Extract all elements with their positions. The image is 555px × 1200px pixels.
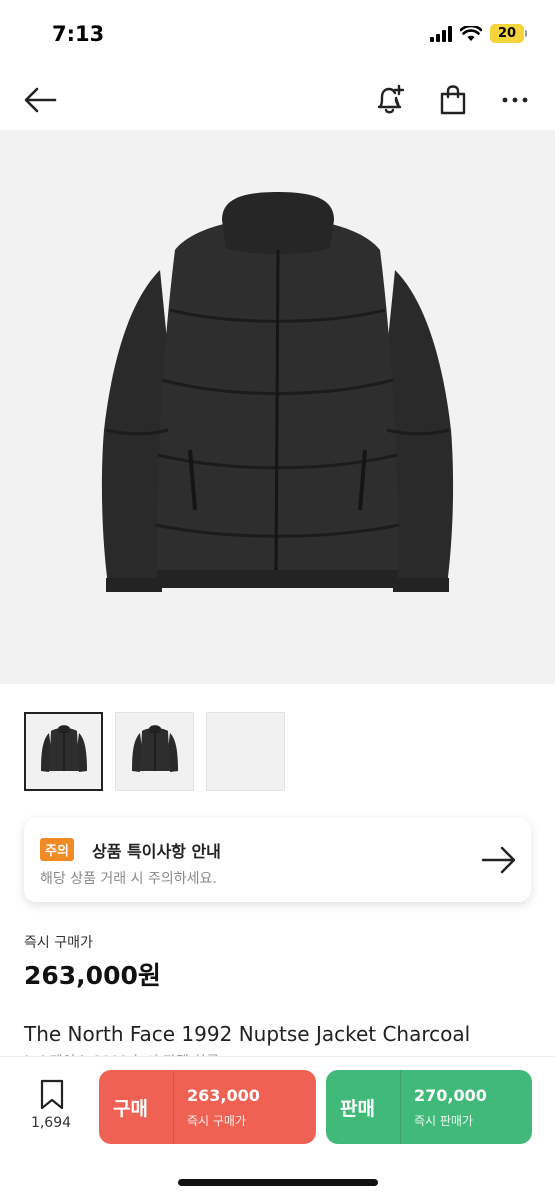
bell-plus-icon	[377, 84, 405, 114]
instant-buy-price-label: 즉시 구매가	[24, 935, 93, 951]
buy-price-caption: 즉시 구매가	[187, 1114, 247, 1128]
more-button[interactable]	[495, 80, 535, 120]
signal-icon	[430, 25, 452, 42]
back-arrow-icon	[24, 87, 57, 113]
bookmark-icon	[40, 1079, 64, 1110]
cart-button[interactable]	[433, 80, 473, 120]
instant-buy-price: 263,000원	[24, 961, 161, 990]
top-nav	[0, 68, 555, 130]
buy-label: 구매	[113, 1098, 148, 1120]
sell-label: 판매	[340, 1098, 375, 1120]
status-icons: 20	[430, 24, 527, 43]
jacket-thumb-image	[40, 724, 87, 772]
jacket-photo	[101, 192, 454, 592]
product-main-image[interactable]	[0, 130, 555, 684]
product-title: The North Face 1992 Nuptse Jacket Charco…	[24, 1022, 471, 1046]
notice-title: 상품 특이사항 안내	[92, 842, 221, 861]
divider	[400, 1070, 401, 1144]
shopping-bag-icon	[440, 85, 466, 115]
status-time: 7:13	[52, 22, 105, 46]
sell-price-caption: 즉시 판매가	[414, 1114, 474, 1128]
battery-icon: 20	[490, 24, 527, 43]
back-button[interactable]	[20, 80, 60, 120]
battery-level: 20	[490, 24, 524, 43]
caution-badge: 주의	[40, 838, 74, 861]
bottom-action-bar: 1,694 구매 263,000 즉시 구매가 판매 270,000 즉시 판매…	[0, 1056, 555, 1200]
sell-button[interactable]: 판매 270,000 즉시 판매가	[326, 1070, 532, 1144]
thumbnail-3[interactable]	[206, 712, 285, 791]
product-notice-card[interactable]: 주의 상품 특이사항 안내 해당 상품 거래 시 주의하세요.	[24, 818, 531, 902]
status-bar: 7:13 20	[0, 0, 555, 68]
arrow-right-icon	[481, 846, 516, 874]
notification-button[interactable]	[370, 80, 410, 120]
sell-price: 270,000	[414, 1086, 487, 1105]
wifi-icon	[460, 25, 482, 41]
divider	[173, 1070, 174, 1144]
thumbnail-1[interactable]	[24, 712, 103, 791]
wishlist-button[interactable]: 1,694	[24, 1071, 78, 1135]
wishlist-count: 1,694	[30, 1115, 72, 1131]
buy-button[interactable]: 구매 263,000 즉시 구매가	[99, 1070, 316, 1144]
thumbnail-2[interactable]	[115, 712, 194, 791]
home-indicator	[178, 1179, 378, 1186]
more-icon	[502, 97, 528, 103]
jacket-thumb-image	[131, 724, 178, 772]
notice-subtitle: 해당 상품 거래 시 주의하세요.	[40, 871, 217, 887]
buy-price: 263,000	[187, 1086, 260, 1105]
thumbnail-list	[24, 712, 285, 791]
